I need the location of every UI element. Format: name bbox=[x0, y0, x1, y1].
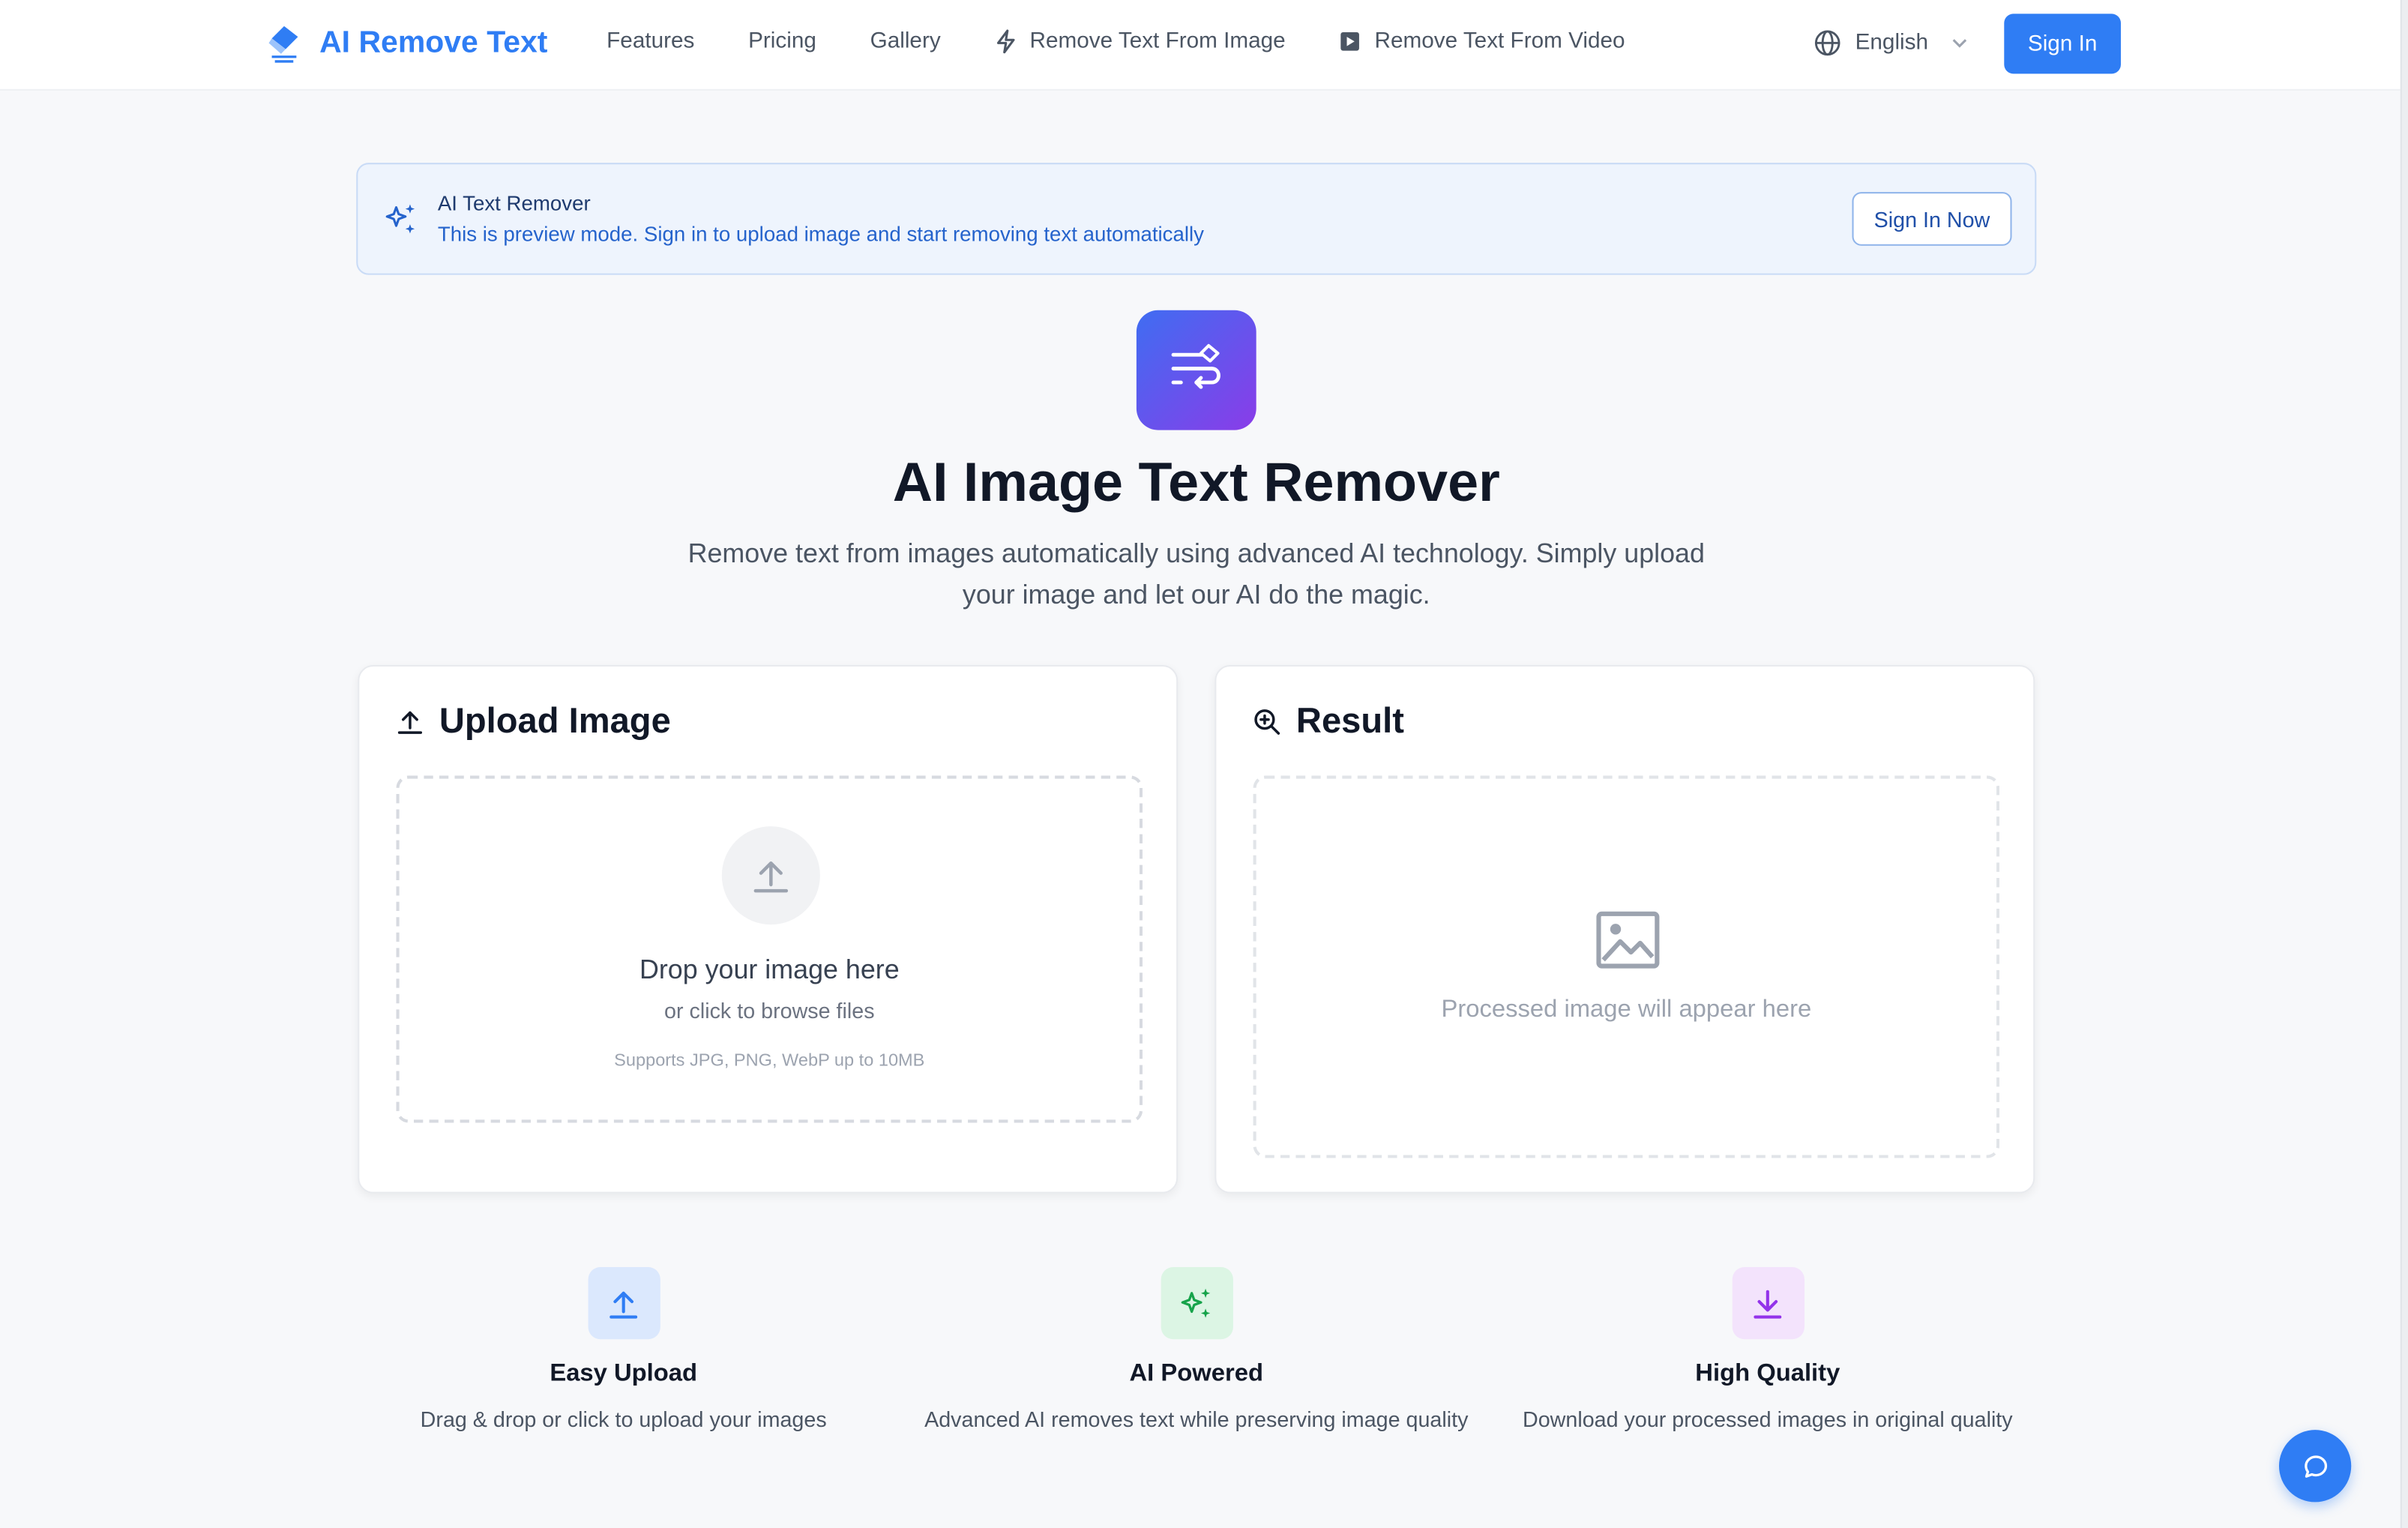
result-heading: Result bbox=[1253, 700, 1404, 742]
nav-remove-text-video-label: Remove Text From Video bbox=[1374, 28, 1625, 54]
banner-message: This is preview mode. Sign in to upload … bbox=[437, 223, 1205, 246]
result-preview-area: Processed image will appear here bbox=[1253, 775, 2000, 1158]
sign-in-now-button[interactable]: Sign In Now bbox=[1852, 192, 2012, 246]
feature-upload-icon bbox=[587, 1267, 660, 1340]
page-title: AI Image Text Remover bbox=[892, 450, 1500, 514]
dropzone-hint: Supports JPG, PNG, WebP up to 10MB bbox=[614, 1052, 925, 1071]
image-dropzone[interactable]: Drop your image here or click to browse … bbox=[396, 775, 1143, 1123]
chat-button[interactable] bbox=[2278, 1430, 2352, 1503]
nav-features[interactable]: Features bbox=[606, 29, 694, 54]
banner-title: AI Text Remover bbox=[437, 192, 591, 215]
feature-high-quality: High Quality Download your processed ima… bbox=[1482, 1267, 2053, 1434]
page-subtitle: Remove text from images automatically us… bbox=[687, 537, 1705, 610]
upload-heading-label: Upload Image bbox=[439, 700, 671, 741]
dropzone-upload-icon bbox=[721, 826, 820, 925]
result-placeholder-text: Processed image will appear here bbox=[1441, 996, 1812, 1023]
nav-gallery-label: Gallery bbox=[870, 28, 941, 54]
upload-card: Upload Image Drop your image here or cli… bbox=[358, 665, 1179, 1194]
feature-sparkles-icon bbox=[1160, 1267, 1232, 1340]
feature-description: Download your processed images in origin… bbox=[1523, 1407, 2013, 1432]
main-nav: Features Pricing Gallery Remove Text Fro… bbox=[606, 29, 1679, 54]
zoom-in-icon bbox=[1254, 709, 1280, 734]
text-remove-hero-icon bbox=[1136, 310, 1256, 430]
top-navbar: AI Remove Text Features Pricing Gallery … bbox=[0, 0, 2401, 91]
feature-description: Drag & drop or click to upload your imag… bbox=[420, 1407, 827, 1432]
feature-title: AI Powered bbox=[1129, 1360, 1264, 1387]
nav-remove-text-image-label: Remove Text From Image bbox=[1029, 28, 1286, 54]
sign-in-button[interactable]: Sign In bbox=[2004, 13, 2121, 74]
scrollbar[interactable] bbox=[2400, 0, 2408, 1528]
eraser-logo-icon bbox=[268, 25, 298, 63]
feature-title: High Quality bbox=[1695, 1360, 1840, 1387]
feature-easy-upload: Easy Upload Drag & drop or click to uplo… bbox=[338, 1267, 909, 1434]
upload-icon bbox=[397, 710, 423, 733]
chat-bubble-icon bbox=[2304, 1455, 2327, 1477]
video-play-icon bbox=[1340, 32, 1360, 51]
feature-description: Advanced AI removes text while preservin… bbox=[924, 1407, 1469, 1432]
nav-remove-text-video[interactable]: Remove Text From Video bbox=[1339, 29, 1625, 54]
feature-title: Easy Upload bbox=[550, 1360, 698, 1387]
language-label: English bbox=[1855, 30, 1929, 55]
feature-ai-powered: AI Powered Advanced AI removes text whil… bbox=[911, 1267, 1482, 1434]
logo-text: AI Remove Text bbox=[319, 25, 548, 59]
feature-download-icon bbox=[1731, 1267, 1804, 1340]
preview-mode-banner: AI Text Remover This is preview mode. Si… bbox=[356, 163, 2037, 275]
image-placeholder-icon bbox=[1596, 911, 1660, 969]
result-card: Result Processed image will appear here bbox=[1214, 665, 2035, 1194]
sparkles-icon bbox=[385, 204, 415, 234]
nav-remove-text-image[interactable]: Remove Text From Image bbox=[994, 28, 1286, 54]
dropzone-subtitle: or click to browse files bbox=[664, 998, 875, 1023]
logo[interactable]: AI Remove Text bbox=[267, 23, 547, 63]
nav-pricing[interactable]: Pricing bbox=[748, 29, 816, 54]
upload-heading: Upload Image bbox=[397, 700, 671, 742]
globe-icon bbox=[1814, 30, 1840, 56]
dropzone-title: Drop your image here bbox=[639, 954, 900, 985]
result-heading-label: Result bbox=[1295, 700, 1404, 741]
nav-gallery[interactable]: Gallery bbox=[870, 29, 941, 54]
nav-pricing-label: Pricing bbox=[748, 28, 816, 54]
language-selector[interactable]: English bbox=[1813, 29, 1969, 57]
nav-features-label: Features bbox=[606, 28, 695, 54]
chevron-down-icon bbox=[1951, 39, 1966, 48]
bolt-icon bbox=[996, 29, 1014, 54]
